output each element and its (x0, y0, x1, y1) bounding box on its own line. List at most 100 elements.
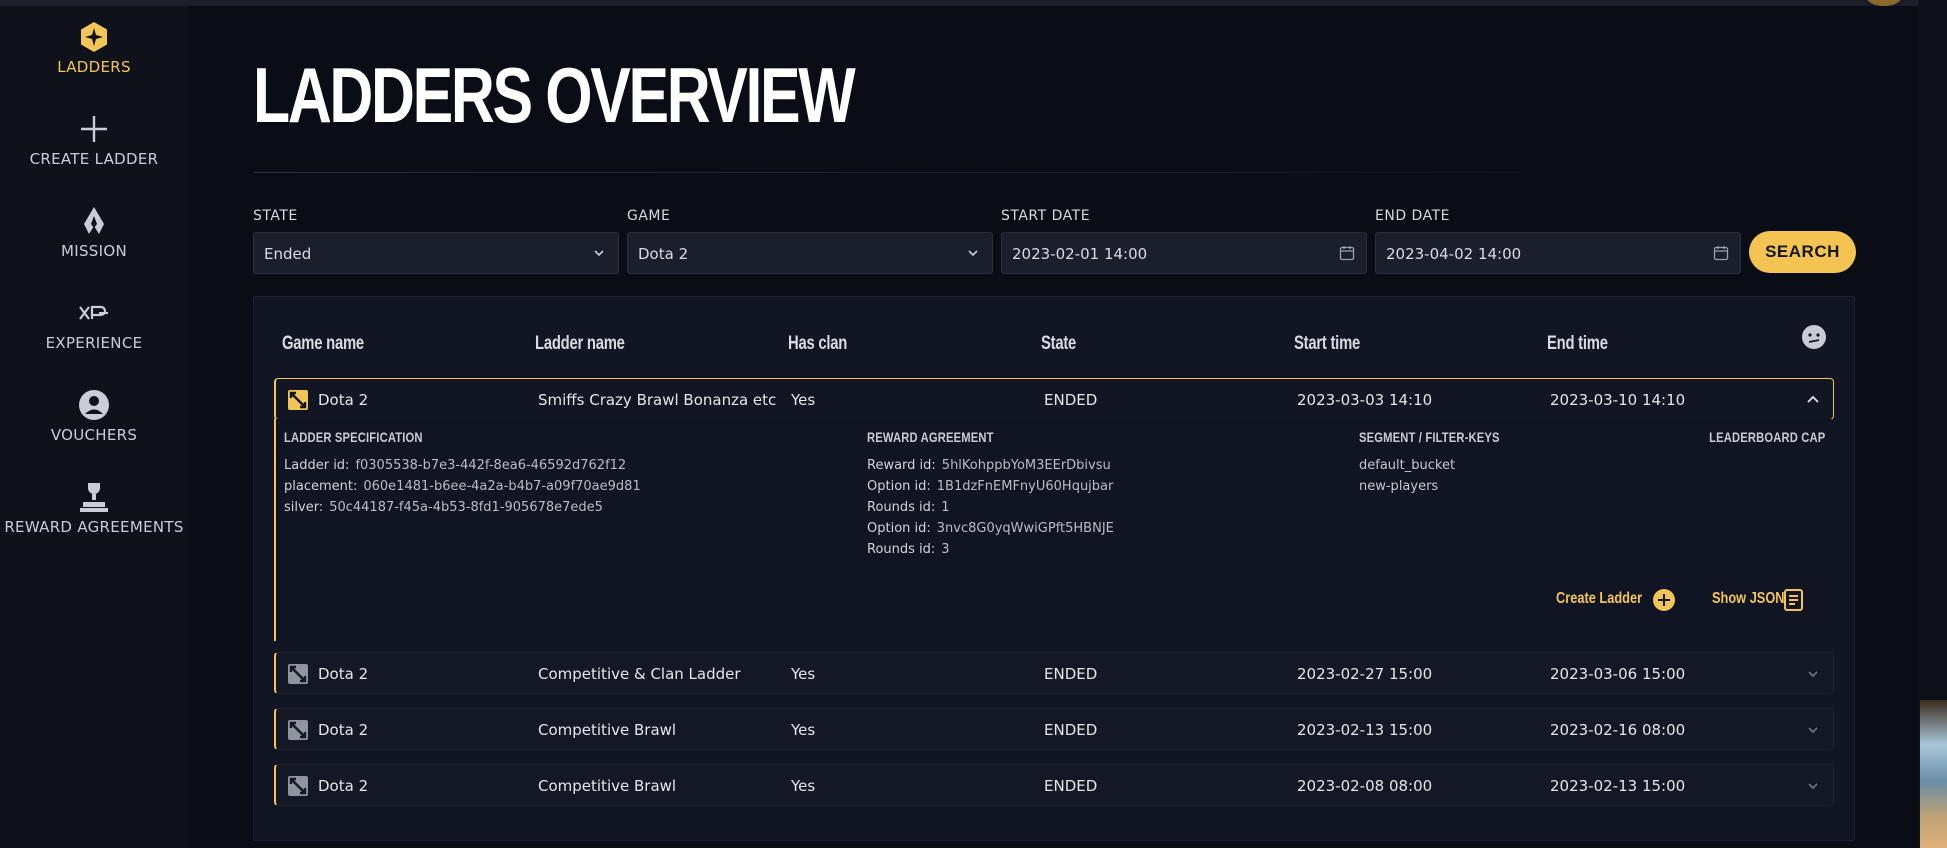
trophy-podium-icon (80, 483, 108, 512)
reward-agreement-title: REWARD AGREEMENT (867, 429, 994, 445)
end-date-label: END DATE (1375, 208, 1450, 224)
calendar-icon[interactable] (1338, 244, 1356, 262)
user-circle-icon (79, 390, 109, 420)
ladders-star-icon (81, 22, 107, 52)
state: ENDED (1044, 665, 1098, 683)
state-filter-label: STATE (253, 208, 298, 224)
reward-row: Option id: 3nvc8G0yqWwiGPft5HBNJE (867, 521, 1114, 536)
dota-icon (288, 776, 308, 796)
end-time: 2023-02-13 15:00 (1550, 777, 1686, 795)
end-date-input[interactable]: 2023-04-02 14:00 (1375, 232, 1741, 274)
dota-icon (288, 664, 308, 684)
spec-row: placement: 060e1481-b6ee-4a2a-b4b7-a09f70… (284, 479, 641, 494)
mission-flame-icon (84, 207, 104, 234)
ladder-spec-title: LADDER SPECIFICATION (284, 429, 423, 445)
segment-filter-keys-title: SEGMENT / FILTER-KEYS (1359, 429, 1500, 445)
start-time: 2023-02-13 15:00 (1297, 721, 1433, 739)
sidebar-item-reward-agreements[interactable]: REWARD AGREEMENTS (0, 480, 188, 536)
start-time: 2023-02-08 08:00 (1297, 777, 1433, 795)
page-title: LADDERS OVERVIEW (253, 51, 856, 139)
calendar-icon[interactable] (1712, 244, 1730, 262)
has-clan: Yes (791, 777, 816, 795)
sidebar: LADDERS CREATE LADDER MISSION EXPERIENCE… (0, 6, 188, 848)
chevron-down-icon[interactable] (1805, 778, 1821, 794)
state: ENDED (1044, 777, 1098, 795)
chevron-up-icon[interactable] (1805, 392, 1821, 408)
column-header-ladder[interactable]: Ladder name (535, 333, 625, 355)
leaderboard-cap-title: LEADERBOARD CAP (1708, 429, 1825, 445)
start-time: 2023-03-03 14:10 (1297, 391, 1433, 409)
sidebar-item-label: LADDERS (57, 58, 131, 76)
sidebar-item-mission[interactable]: MISSION (0, 204, 188, 260)
ladder-name: Competitive & Clan Ladder (538, 665, 741, 683)
reward-row: Reward id: 5hlKohppbYoM3EErDbivsu (867, 458, 1111, 473)
face-icon[interactable] (1801, 324, 1827, 350)
create-ladder-button[interactable]: Create Ladder (1556, 589, 1675, 611)
right-edge (1918, 0, 1947, 848)
game-name: Dota 2 (318, 777, 369, 795)
game-name: Dota 2 (318, 721, 369, 739)
chevron-down-icon (968, 250, 978, 257)
start-date-label: START DATE (1001, 208, 1091, 224)
show-json-button[interactable]: Show JSON (1712, 589, 1803, 611)
reward-row: Rounds id: 1 (867, 500, 950, 515)
create-ladder-label: Create Ladder (1556, 590, 1643, 607)
dota-icon (288, 720, 308, 740)
divider (253, 172, 1633, 173)
start-date-input[interactable]: 2023-02-01 14:00 (1001, 232, 1367, 274)
has-clan: Yes (791, 721, 816, 739)
column-header-game[interactable]: Game name (282, 333, 364, 355)
end-time: 2023-02-16 08:00 (1550, 721, 1686, 739)
xp-icon (79, 305, 108, 320)
sidebar-item-label: EXPERIENCE (45, 334, 143, 352)
column-header-end-time[interactable]: End time (1547, 333, 1608, 355)
ladder-name: Competitive Brawl (538, 721, 677, 739)
background-photo (1920, 700, 1947, 848)
dota-icon (288, 390, 308, 410)
table-row[interactable]: Dota 2 Competitive Brawl Yes ENDED 2023-… (274, 708, 1834, 750)
sidebar-item-create-ladder[interactable]: CREATE LADDER (0, 112, 188, 168)
plus-circle-icon (1653, 589, 1675, 611)
sidebar-item-label: REWARD AGREEMENTS (4, 518, 184, 536)
reward-row: Rounds id: 3 (867, 542, 950, 557)
game-name: Dota 2 (318, 665, 369, 683)
has-clan: Yes (791, 665, 816, 683)
start-time: 2023-02-27 15:00 (1297, 665, 1433, 683)
column-header-start-time[interactable]: Start time (1294, 333, 1360, 355)
table-row[interactable]: Dota 2 Smiffs Crazy Brawl Bonanza etc Ye… (274, 378, 1834, 420)
table-row[interactable]: Dota 2 Competitive Brawl Yes ENDED 2023-… (274, 764, 1834, 806)
game-filter-label: GAME (627, 208, 671, 224)
ladder-name: Competitive Brawl (538, 777, 677, 795)
document-icon (1784, 589, 1803, 611)
search-button[interactable]: SEARCH (1749, 231, 1856, 273)
show-json-label: Show JSON (1712, 590, 1785, 607)
sidebar-item-experience[interactable]: EXPERIENCE (0, 296, 188, 352)
spec-row: silver: 50c44187-f45a-4b53-8fd1-905678e7e… (284, 500, 603, 515)
segment-item: default_bucket (1359, 458, 1456, 473)
end-date-value: 2023-04-02 14:00 (1386, 245, 1522, 263)
sidebar-item-ladders[interactable]: LADDERS (0, 20, 188, 76)
end-time: 2023-03-10 14:10 (1550, 391, 1686, 409)
spec-row: Ladder id: f0305538-b7e3-442f-8ea6-46592d… (284, 458, 627, 473)
game-name: Dota 2 (318, 391, 369, 409)
game-select[interactable]: Dota 2 (627, 232, 993, 274)
plus-icon (81, 116, 107, 142)
sidebar-item-label: VOUCHERS (50, 426, 138, 444)
sidebar-item-label: MISSION (61, 242, 127, 260)
chevron-down-icon[interactable] (1805, 666, 1821, 682)
sidebar-item-label: CREATE LADDER (29, 150, 159, 168)
sidebar-item-vouchers[interactable]: VOUCHERS (0, 388, 188, 444)
state: ENDED (1044, 391, 1098, 409)
state-select[interactable]: Ended (253, 232, 619, 274)
segment-item: new-players (1359, 479, 1439, 494)
column-header-has-clan[interactable]: Has clan (788, 333, 847, 355)
column-header-state[interactable]: State (1041, 333, 1076, 355)
table-row[interactable]: Dota 2 Competitive & Clan Ladder Yes END… (274, 652, 1834, 694)
chevron-down-icon[interactable] (1805, 722, 1821, 738)
ladder-name: Smiffs Crazy Brawl Bonanza etc (538, 391, 777, 409)
has-clan: Yes (791, 391, 816, 409)
state-select-value: Ended (264, 245, 312, 263)
end-time: 2023-03-06 15:00 (1550, 665, 1686, 683)
start-date-value: 2023-02-01 14:00 (1012, 245, 1148, 263)
game-select-value: Dota 2 (638, 245, 689, 263)
